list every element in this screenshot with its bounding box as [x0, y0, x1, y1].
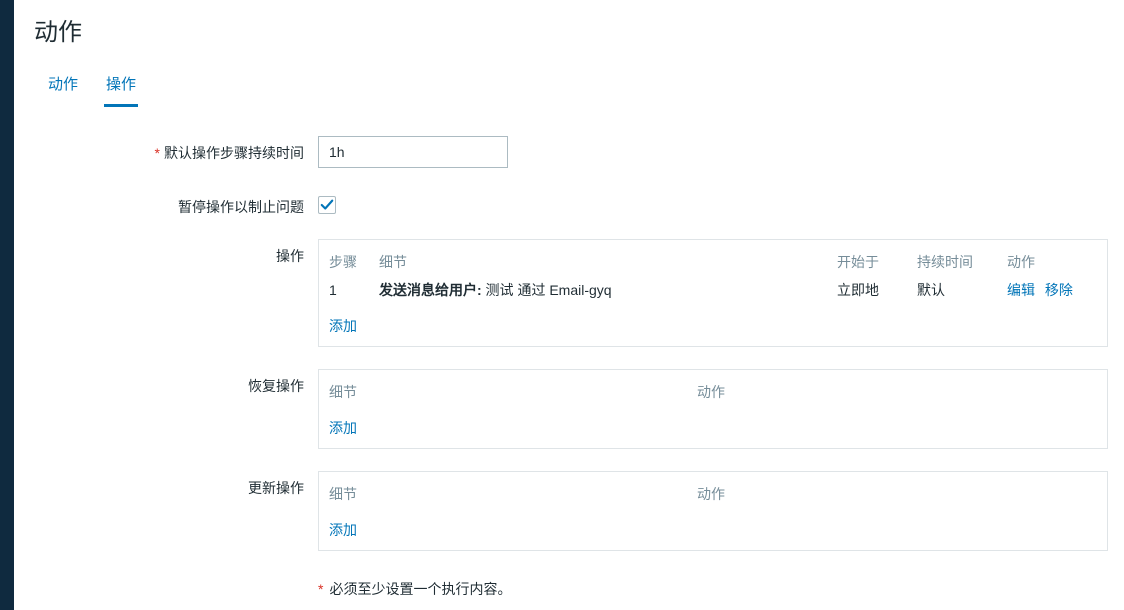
col-action: 动作 [697, 484, 1097, 504]
left-sidebar-sliver [0, 0, 14, 610]
pause-checkbox[interactable] [318, 196, 336, 214]
operations-add-link[interactable]: 添加 [329, 318, 357, 334]
pause-label: 暂停操作以制止问题 [40, 190, 318, 217]
default-duration-input[interactable] [318, 136, 508, 168]
operations-table: 步骤 细节 开始于 持续时间 动作 1 发送消息给用户: 测试 通过 Email… [318, 239, 1108, 347]
tab-operation[interactable]: 操作 [104, 65, 138, 107]
recovery-label: 恢复操作 [40, 369, 318, 396]
recovery-header: 细节 动作 [329, 378, 1097, 406]
page-title: 动作 [14, 0, 1124, 65]
recovery-add-link[interactable]: 添加 [329, 420, 357, 436]
operations-header: 步骤 细节 开始于 持续时间 动作 [329, 248, 1097, 276]
required-marker: * [318, 581, 323, 597]
col-detail: 细节 [329, 382, 697, 402]
update-table: 细节 动作 添加 [318, 471, 1108, 551]
cell-start: 立即地 [837, 280, 917, 300]
tabs: 动作 操作 [32, 65, 1124, 108]
check-icon [320, 198, 334, 212]
remove-link[interactable]: 移除 [1045, 282, 1073, 298]
col-detail: 细节 [379, 252, 837, 272]
col-action: 动作 [697, 382, 1097, 402]
col-detail: 细节 [329, 484, 697, 504]
col-action: 动作 [1007, 252, 1097, 272]
tab-action[interactable]: 动作 [46, 65, 80, 107]
col-start: 开始于 [837, 252, 917, 272]
update-add-link[interactable]: 添加 [329, 522, 357, 538]
update-header: 细节 动作 [329, 480, 1097, 508]
recovery-table: 细节 动作 添加 [318, 369, 1108, 449]
default-duration-label: *默认操作步骤持续时间 [40, 136, 318, 163]
required-marker: * [155, 145, 160, 161]
cell-duration: 默认 [917, 280, 1007, 300]
operations-label: 操作 [40, 239, 318, 266]
validation-note: *必须至少设置一个执行内容。 [318, 579, 1116, 599]
col-duration: 持续时间 [917, 252, 1007, 272]
update-label: 更新操作 [40, 471, 318, 498]
edit-link[interactable]: 编辑 [1007, 282, 1035, 298]
cell-detail: 发送消息给用户: 测试 通过 Email-gyq [379, 280, 837, 300]
table-row: 1 发送消息给用户: 测试 通过 Email-gyq 立即地 默认 编辑 移除 [329, 276, 1097, 304]
col-step: 步骤 [329, 252, 379, 272]
cell-actions: 编辑 移除 [1007, 280, 1097, 300]
cell-step: 1 [329, 282, 379, 298]
